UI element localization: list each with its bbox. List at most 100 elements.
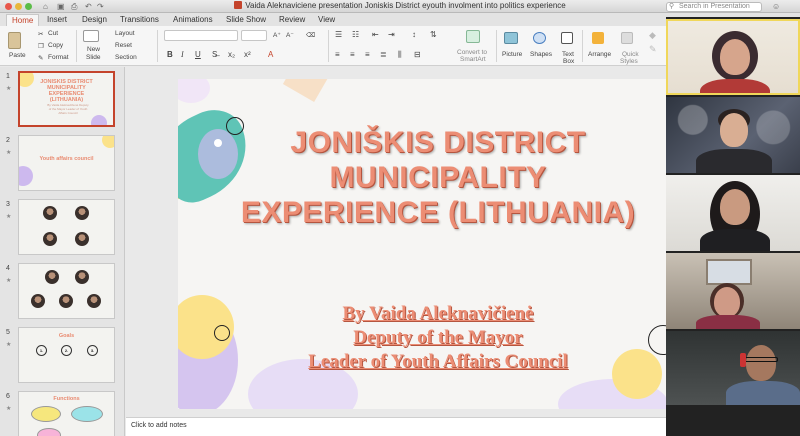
slide-number: 1 (6, 73, 10, 80)
copy-button[interactable]: Copy (48, 42, 63, 49)
video-participants-panel (666, 17, 800, 436)
text-box-label-1[interactable]: Text (562, 51, 574, 58)
tab-insert[interactable]: Insert (47, 14, 67, 26)
star-icon: ★ (6, 278, 12, 284)
slide-subtitle[interactable]: By Vaida Aleknavičienė Deputy of the May… (178, 302, 666, 374)
columns-icon[interactable]: ⫼ (398, 50, 402, 60)
text-box-icon[interactable] (561, 32, 573, 44)
section-button[interactable]: Section (115, 54, 137, 61)
justify-icon[interactable]: ≣ (380, 50, 387, 59)
goal-step: 3. (87, 345, 98, 356)
shrink-font-icon[interactable]: A⁻ (286, 31, 294, 39)
ribbon-divider (76, 30, 77, 62)
superscript-icon[interactable]: x² (244, 50, 251, 59)
tab-animations[interactable]: Animations (173, 14, 213, 26)
paste-icon[interactable] (8, 32, 21, 49)
star-icon: ★ (6, 406, 12, 412)
notes-pane[interactable]: Click to add notes (126, 417, 666, 436)
title-bar: ⌂ ▣ ⎙ ↶ ↷ Vaida Aleknaviciene presentati… (0, 0, 800, 13)
format-painter-icon[interactable]: ✎ (38, 54, 43, 62)
slide-thumbnail-1[interactable]: JONISKIS DISTRICT MUNICIPALITY EXPERIENC… (18, 71, 115, 127)
tab-home[interactable]: Home (6, 14, 40, 26)
current-slide[interactable]: JONIŠKIS DISTRICT MUNICIPALITY EXPERIENC… (178, 79, 666, 409)
slide-thumbnail-6[interactable]: Functions (18, 391, 115, 436)
new-slide-label-2[interactable]: Slide (86, 54, 100, 61)
copy-icon[interactable]: ❐ (38, 42, 44, 50)
tab-view[interactable]: View (318, 14, 335, 26)
slide-editor: JONIŠKIS DISTRICT MUNICIPALITY EXPERIENC… (126, 67, 666, 417)
search-input[interactable]: ⚲ Search in Presentation (666, 2, 762, 12)
font-color-icon[interactable]: A (268, 50, 273, 59)
subscript-icon[interactable]: x₂ (228, 50, 235, 59)
font-name-select[interactable] (164, 30, 238, 41)
participant-figure (700, 79, 770, 93)
convert-smartart-label-2[interactable]: SmartArt (460, 56, 486, 63)
participant-video-4[interactable] (666, 253, 800, 329)
quick-styles-icon[interactable] (621, 32, 633, 44)
star-icon: ★ (6, 86, 12, 92)
window-background (706, 259, 752, 285)
italic-button[interactable]: I (181, 50, 184, 59)
arrange-button[interactable]: Arrange (588, 51, 611, 58)
tab-design[interactable]: Design (82, 14, 107, 26)
quick-styles-label-1[interactable]: Quick (622, 51, 639, 58)
slide-thumbnail-3[interactable] (18, 199, 115, 255)
cut-button[interactable]: Cut (48, 30, 58, 37)
picture-button[interactable]: Picture (502, 51, 522, 58)
new-slide-label-1[interactable]: New (87, 46, 100, 53)
participant-video-3[interactable] (666, 175, 800, 251)
numbering-icon[interactable]: ☷ (352, 30, 359, 39)
participant-video-5[interactable] (666, 331, 800, 405)
bullets-icon[interactable]: ☰ (335, 30, 342, 39)
font-size-select[interactable] (241, 30, 267, 41)
user-icon[interactable]: ☺ (772, 2, 780, 11)
participant-video-2[interactable] (666, 97, 800, 173)
quick-styles-label-2[interactable]: Styles (620, 58, 638, 65)
strikethrough-icon[interactable]: S̶ (212, 50, 217, 59)
text-box-label-2[interactable]: Box (563, 58, 574, 65)
layout-button[interactable]: Layout (115, 30, 135, 37)
align-right-icon[interactable]: ≡ (365, 50, 370, 59)
tab-transitions[interactable]: Transitions (120, 14, 159, 26)
shape-fill-icon[interactable]: ◆ (649, 30, 656, 41)
underline-button[interactable]: U (195, 50, 201, 59)
participant-figure (696, 315, 760, 329)
thumb-photo (59, 294, 73, 308)
ribbon-divider (157, 30, 158, 62)
reset-button[interactable]: Reset (115, 42, 132, 49)
increase-indent-icon[interactable]: ⇥ (388, 30, 395, 39)
participant-video-1[interactable] (666, 19, 800, 95)
text-direction-icon[interactable]: ⇅ (430, 30, 437, 39)
tab-review[interactable]: Review (279, 14, 305, 26)
bold-button[interactable]: B (167, 50, 173, 59)
convert-smartart-label-1[interactable]: Convert to (457, 49, 487, 56)
decrease-indent-icon[interactable]: ⇤ (372, 30, 379, 39)
arrange-icon[interactable] (592, 32, 604, 44)
tab-slide-show[interactable]: Slide Show (226, 14, 266, 26)
participant-figure (720, 113, 748, 147)
align-center-icon[interactable]: ≡ (350, 50, 355, 59)
grow-font-icon[interactable]: A⁺ (273, 31, 281, 39)
align-text-icon[interactable]: ⊟ (414, 50, 421, 59)
line-spacing-icon[interactable]: ↕ (412, 30, 416, 39)
clear-format-icon[interactable]: ⌫ (306, 31, 315, 39)
slide-title[interactable]: JONIŠKIS DISTRICT MUNICIPALITY EXPERIENC… (178, 125, 666, 230)
shape-outline-icon[interactable]: ✎ (649, 44, 657, 55)
goal-step: 1. (36, 345, 47, 356)
goal-step: 2. (61, 345, 72, 356)
thumb-photo (43, 232, 57, 246)
decor-shape (102, 136, 114, 148)
align-left-icon[interactable]: ≡ (335, 50, 340, 59)
new-slide-icon[interactable] (83, 30, 99, 42)
shapes-icon[interactable] (533, 32, 546, 44)
headset-icon (740, 353, 746, 367)
smartart-icon[interactable] (466, 30, 480, 43)
cut-icon[interactable]: ✂ (38, 30, 43, 38)
format-painter-button[interactable]: Format (48, 54, 69, 61)
paste-label[interactable]: Paste (9, 52, 26, 59)
slide-thumbnail-5[interactable]: Goals 1. 2. 3. (18, 327, 115, 383)
slide-thumbnail-4[interactable] (18, 263, 115, 319)
picture-icon[interactable] (504, 32, 518, 44)
shapes-button[interactable]: Shapes (530, 51, 552, 58)
slide-thumbnail-2[interactable]: Youth affairs council (18, 135, 115, 191)
